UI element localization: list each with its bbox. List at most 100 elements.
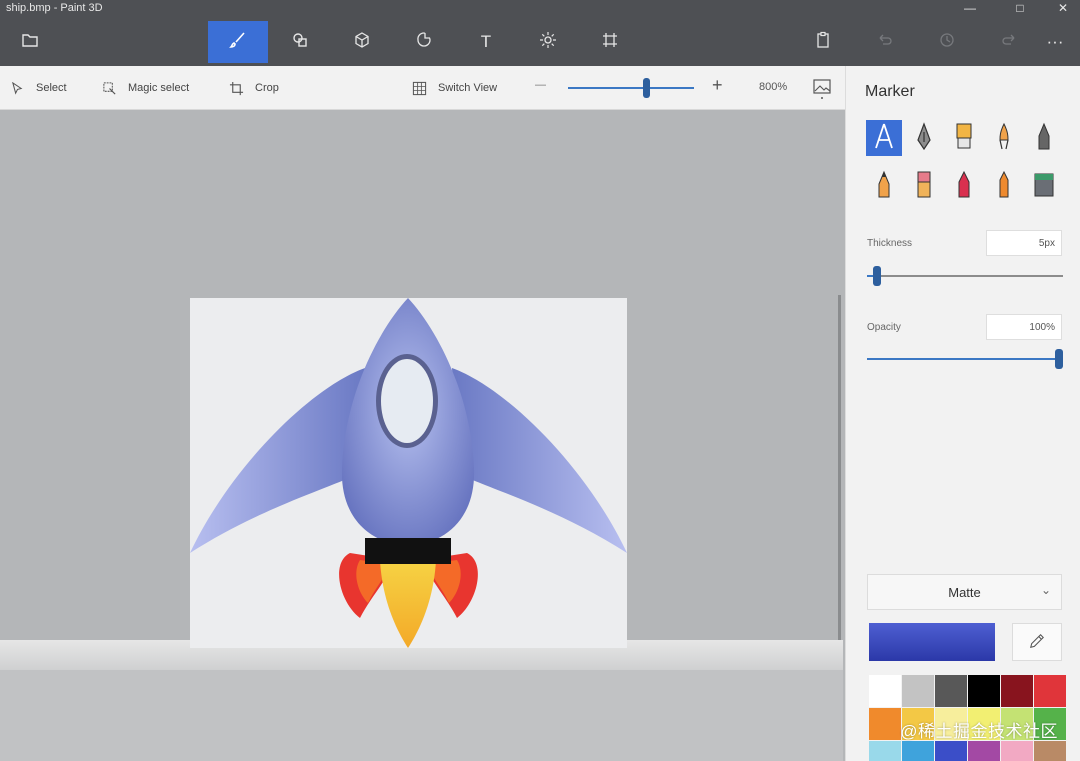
pencil-icon <box>871 170 897 203</box>
zoom-slider-track[interactable] <box>568 87 694 89</box>
crop-label: Crop <box>255 82 279 94</box>
redo-icon <box>1000 31 1018 54</box>
tool-spray-can[interactable] <box>986 168 1022 204</box>
switch-view-icon <box>410 79 428 97</box>
palette-color-swatch[interactable] <box>869 741 901 761</box>
spray-can-icon <box>991 170 1017 203</box>
history-button[interactable] <box>917 21 977 63</box>
calligraphy-pen-icon <box>911 121 937 155</box>
crop-button[interactable]: Crop <box>227 78 279 98</box>
palette-color-swatch[interactable] <box>869 675 901 707</box>
thickness-input[interactable]: 5px <box>986 230 1062 256</box>
marker-icon <box>871 122 897 155</box>
main-toolbar: T ··· <box>0 18 1080 66</box>
paste-icon <box>814 31 832 54</box>
minimize-button[interactable]: — <box>950 0 990 18</box>
finish-value: Matte <box>948 585 981 600</box>
pixel-pen-icon <box>1031 122 1057 155</box>
palette-color-swatch[interactable] <box>869 708 901 740</box>
palette-color-swatch[interactable] <box>935 675 967 707</box>
palette-color-swatch[interactable] <box>935 741 967 761</box>
switch-view-label: Switch View <box>438 82 498 94</box>
more-button[interactable]: ··· <box>1030 21 1080 63</box>
folder-icon <box>21 31 39 54</box>
paste-button[interactable] <box>793 21 853 63</box>
tab-2d-shapes[interactable] <box>270 21 330 63</box>
palette-color-swatch[interactable] <box>1034 675 1066 707</box>
switch-view-button[interactable]: Switch View <box>410 78 497 98</box>
tool-fill[interactable] <box>1026 168 1062 204</box>
2d-shapes-icon <box>291 31 309 54</box>
crop-icon <box>227 79 245 97</box>
eyedropper-button[interactable] <box>1012 623 1062 661</box>
cube-icon <box>353 31 371 54</box>
palette-color-swatch[interactable] <box>968 741 1000 761</box>
workspace-floor-shadow <box>0 670 843 761</box>
opacity-input[interactable]: 100% <box>986 314 1062 340</box>
zoom-slider-thumb[interactable] <box>643 78 650 98</box>
chevron-down-icon: ⌄ <box>1040 583 1051 597</box>
thickness-label: Thickness <box>867 238 913 249</box>
tool-crayon[interactable] <box>946 168 982 204</box>
magic-select-icon <box>100 79 118 97</box>
palette-color-swatch[interactable] <box>1001 675 1033 707</box>
select-button[interactable]: Select <box>8 78 67 98</box>
tool-oil-brush[interactable] <box>946 120 982 156</box>
tab-effects[interactable] <box>518 21 578 63</box>
secondary-toolbar: Select Magic select Crop Switch View — +… <box>0 66 845 110</box>
opacity-slider-fill <box>867 358 1063 360</box>
effects-icon <box>539 31 557 54</box>
tab-canvas[interactable] <box>580 21 640 63</box>
watercolor-icon <box>991 122 1017 155</box>
tab-brushes[interactable] <box>208 21 268 63</box>
zoom-out-button[interactable]: — <box>535 79 546 91</box>
text-icon: T <box>480 32 492 51</box>
maximize-button[interactable]: □ <box>1000 0 1040 18</box>
opacity-label: Opacity <box>867 322 901 333</box>
opacity-slider-thumb[interactable] <box>1055 349 1063 369</box>
cursor-icon <box>8 79 26 97</box>
tab-text[interactable]: T <box>456 21 516 63</box>
brush-icon <box>229 31 247 54</box>
tool-eraser[interactable] <box>906 168 942 204</box>
tool-marker[interactable] <box>866 120 902 156</box>
panel-title: Marker <box>865 83 915 100</box>
history-icon <box>938 31 956 54</box>
eraser-icon <box>911 170 937 203</box>
palette-color-swatch[interactable] <box>968 675 1000 707</box>
tool-watercolor[interactable] <box>986 120 1022 156</box>
oil-brush-icon <box>951 122 977 155</box>
more-icon: ··· <box>1046 32 1064 51</box>
brushes-panel: Marker Thickness 5px Opacity 100% Matte … <box>845 66 1080 761</box>
thickness-slider-thumb[interactable] <box>872 266 881 286</box>
current-color-swatch[interactable] <box>869 623 995 661</box>
spaceship-image <box>190 298 627 648</box>
zoom-in-button[interactable]: + <box>712 75 723 96</box>
palette-color-swatch[interactable] <box>1001 741 1033 761</box>
crayon-icon <box>951 170 977 203</box>
undo-button[interactable] <box>855 21 915 63</box>
zoom-level: 800% <box>759 81 788 93</box>
tool-calligraphy-pen[interactable] <box>906 120 942 156</box>
tool-pencil[interactable] <box>866 168 902 204</box>
watermark: @稀土掘金技术社区 <box>900 722 1058 741</box>
sticker-icon <box>415 31 433 54</box>
title-bar: ship.bmp - Paint 3D — □ ✕ <box>0 0 1080 18</box>
image-view-button[interactable] <box>812 78 832 100</box>
finish-dropdown[interactable]: Matte ⌄ <box>867 574 1062 610</box>
eyedropper-icon <box>1029 633 1045 652</box>
canvas-icon <box>601 31 619 54</box>
menu-button[interactable] <box>0 21 60 63</box>
thickness-slider-track[interactable] <box>867 275 1063 277</box>
vertical-scrollbar[interactable] <box>838 295 841 640</box>
close-button[interactable]: ✕ <box>1043 0 1080 18</box>
select-label: Select <box>36 82 67 94</box>
drawing-canvas[interactable] <box>190 298 627 648</box>
tool-pixel-pen[interactable] <box>1026 120 1062 156</box>
palette-color-swatch[interactable] <box>902 675 934 707</box>
palette-color-swatch[interactable] <box>902 741 934 761</box>
tab-3d-shapes[interactable] <box>332 21 392 63</box>
tab-stickers[interactable] <box>394 21 454 63</box>
magic-select-button[interactable]: Magic select <box>100 78 189 98</box>
palette-color-swatch[interactable] <box>1034 741 1066 761</box>
